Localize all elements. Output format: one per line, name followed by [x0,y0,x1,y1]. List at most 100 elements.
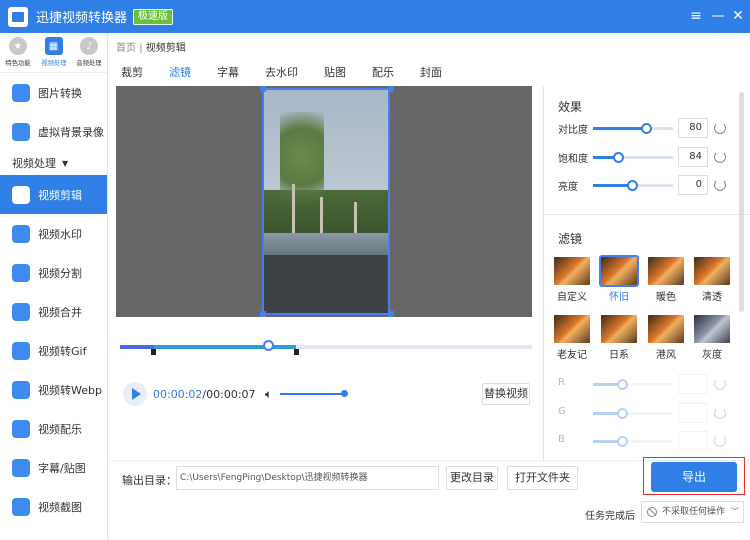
tab-featured[interactable]: ★ 特色功能 [0,33,36,72]
green-label: G [558,406,566,417]
filter-nostalgia[interactable]: 怀旧 [599,255,639,303]
saturation-slider[interactable] [593,152,673,163]
green-value[interactable] [678,403,708,423]
contrast-slider[interactable] [593,123,673,134]
filter-label: 港风 [656,350,676,361]
crop-handle[interactable] [388,86,394,92]
tab-video-processing[interactable]: ▦ 视频处理 [36,33,72,72]
filter-label: 灰度 [702,350,722,361]
volume-icon[interactable]: 🔈︎ [265,387,272,402]
filter-hongkong[interactable]: 港风 [646,315,686,361]
playhead-knob[interactable] [263,340,274,351]
reset-icon[interactable] [714,179,726,191]
video-tree-trunk [354,201,357,233]
brightness-label: 亮度 [558,182,578,193]
sidebar-section-video-processing[interactable]: 视频处理 ▼ [0,151,107,175]
trim-end-marker[interactable] [294,349,299,355]
tab-subtitle[interactable]: 字幕 [204,60,252,86]
sidebar-item-screenshot[interactable]: 视频截图 [0,487,107,526]
timeline-played [120,345,154,349]
app-title: 迅捷视频转换器 [36,11,128,26]
tab-cover[interactable]: 封面 [407,60,455,86]
filter-warm[interactable]: 暖色 [646,257,686,303]
tab-filter[interactable]: 滤镜 [156,60,204,86]
caret-down-icon: ▼ [62,158,69,168]
sidebar-item-subtitle[interactable]: 字幕/贴图 [0,448,107,487]
tab-sticker[interactable]: 贴图 [311,60,359,86]
crop-handle[interactable] [388,311,394,317]
contrast-value[interactable]: 80 [678,118,708,138]
sidebar-item-merge[interactable]: 视频合并 [0,292,107,331]
sidebar-item-virtual-background[interactable]: 虚拟背景录像 [0,112,107,151]
slider-knob[interactable] [617,436,629,447]
sidebar-item-music[interactable]: 视频配乐 [0,409,107,448]
saturation-value[interactable]: 84 [678,147,708,167]
reset-icon[interactable] [714,378,726,390]
brightness-value[interactable]: 0 [678,175,708,195]
section-label: 视频处理 [12,157,56,170]
crop-handle[interactable] [260,311,266,317]
export-button[interactable]: 导出 [651,462,737,492]
menu-icon[interactable]: ≡ [686,6,706,26]
reset-icon[interactable] [714,151,726,163]
slider-fill [593,127,648,130]
contrast-row: 对比度 80 [558,118,748,138]
music-icon [12,419,30,438]
sidebar-top-tabs: ★ 特色功能 ▦ 视频处理 ♪ 音频处理 [0,33,107,73]
red-value[interactable] [678,374,708,394]
change-dir-button[interactable]: 更改目录 [446,466,498,490]
reset-icon[interactable] [714,407,726,419]
minimize-icon[interactable]: — [708,6,728,26]
video-frame[interactable] [262,88,390,315]
filter-clear[interactable]: 清透 [692,257,732,303]
sidebar-item-image-convert[interactable]: 图片转换 [0,73,107,112]
sidebar-item-split[interactable]: 视频分割 [0,253,107,292]
sidebar-item-webp[interactable]: 视频转Webp [0,370,107,409]
subtitle-star-icon [12,458,30,477]
output-path-field[interactable]: C:\Users\FengPing\Desktop\迅捷视频转换器 [176,466,439,490]
open-folder-button[interactable]: 打开文件夹 [507,466,578,490]
tab-remove-watermark[interactable]: 去水印 [252,60,311,86]
close-icon[interactable]: ✕ [728,6,748,26]
timeline-track[interactable] [120,345,532,349]
tab-crop[interactable]: 裁剪 [108,60,156,86]
play-button[interactable] [123,382,147,406]
webp-icon [12,380,30,399]
slider-knob[interactable] [612,152,624,163]
audio-icon: ♪ [80,37,99,55]
slider-knob[interactable] [641,123,653,134]
video-tree-trunk [320,197,323,233]
green-slider[interactable] [593,408,673,419]
volume-knob[interactable] [341,390,348,397]
sidebar-item-gif[interactable]: 视频转Gif [0,331,107,370]
filter-grayscale[interactable]: 灰度 [692,315,732,361]
trim-start-marker[interactable] [151,349,156,355]
red-row: R [558,374,748,394]
after-task-select[interactable]: 不采取任何操作 ﹀ [641,501,744,523]
breadcrumb-home[interactable]: 首页 [116,43,136,54]
sidebar-item-video-edit[interactable]: 视频剪辑 [0,175,107,214]
reset-icon[interactable] [714,435,726,447]
reset-icon[interactable] [714,122,726,134]
blue-value[interactable] [678,431,708,451]
tab-music[interactable]: 配乐 [359,60,407,86]
blue-slider[interactable] [593,436,673,447]
tab-audio-processing[interactable]: ♪ 音频处理 [71,33,107,72]
crop-handle[interactable] [260,86,266,92]
slider-knob[interactable] [627,180,638,191]
sidebar-item-watermark[interactable]: 视频水印 [0,214,107,253]
volume-slider[interactable] [280,393,345,395]
replace-video-button[interactable]: 替换视频 [482,383,530,405]
red-slider[interactable] [593,379,673,390]
slider-knob[interactable] [617,408,629,419]
filter-friends[interactable]: 老友记 [552,315,592,361]
contrast-label: 对比度 [558,125,588,136]
panel-scrollbar[interactable] [739,92,744,312]
sidebar-item-label: 视频截图 [38,500,82,514]
slider-knob[interactable] [617,379,629,390]
filter-custom[interactable]: 自定义 [552,257,592,303]
brightness-slider[interactable] [593,180,673,191]
filter-japanese[interactable]: 日系 [599,315,639,361]
filter-label: 暖色 [656,292,676,303]
breadcrumb-current: 视频剪辑 [145,43,186,54]
